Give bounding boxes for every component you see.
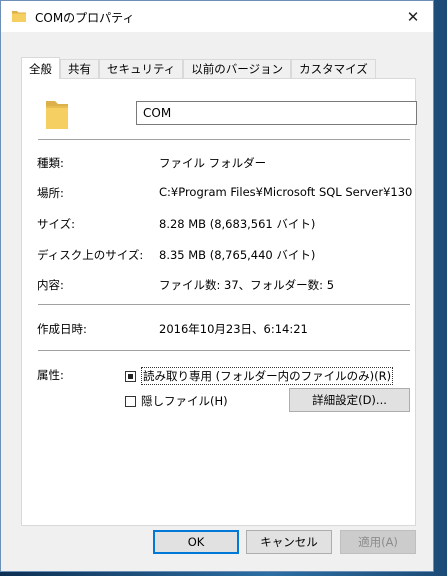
tab-strip: 全般 共有 セキュリティ 以前のバージョン カスタマイズ (21, 57, 376, 79)
contents-label: 内容: (37, 278, 64, 292)
contents-value: ファイル数: 37、フォルダー数: 5 (159, 278, 335, 292)
disk-size-value: 8.35 MB (8,765,440 バイト) (159, 248, 316, 262)
disk-size-label: ディスク上のサイズ: (37, 248, 144, 262)
title-bar[interactable]: COMのプロパティ ✕ (1, 1, 433, 32)
window-title: COMのプロパティ (35, 11, 135, 25)
created-value: 2016年10月23日、6:14:21 (159, 322, 308, 336)
large-folder-icon (44, 97, 70, 134)
divider (38, 139, 410, 140)
tab-customize[interactable]: カスタマイズ (291, 59, 376, 78)
hidden-checkbox[interactable]: 隠しファイル(H) (125, 393, 228, 409)
close-icon: ✕ (406, 7, 420, 26)
divider (38, 350, 410, 351)
divider (38, 304, 410, 305)
size-value: 8.28 MB (8,683,561 バイト) (159, 217, 316, 231)
folder-icon (11, 9, 27, 26)
readonly-checkbox-label: 読み取り専用 (フォルダー内のファイルのみ)(R) (141, 367, 394, 385)
hidden-check-box[interactable] (125, 395, 136, 407)
size-label: サイズ: (37, 217, 76, 231)
created-label: 作成日時: (37, 322, 87, 336)
readonly-checkbox[interactable]: 読み取り専用 (フォルダー内のファイルのみ)(R) (125, 367, 394, 385)
location-label: 場所: (37, 186, 64, 200)
tab-security[interactable]: セキュリティ (99, 59, 184, 78)
tab-general[interactable]: 全般 (21, 57, 60, 79)
close-button[interactable]: ✕ (393, 1, 433, 32)
readonly-check-box[interactable] (125, 370, 136, 382)
type-label: 種類: (37, 156, 64, 170)
properties-dialog: COMのプロパティ ✕ 全般 共有 セキュリティ 以前のバージョン カスタマイズ… (0, 0, 434, 572)
apply-button[interactable]: 適用(A) (340, 530, 416, 554)
attributes-label: 属性: (37, 368, 64, 382)
location-value: C:¥Program Files¥Microsoft SQL Server¥13… (159, 185, 413, 199)
tab-sharing[interactable]: 共有 (60, 59, 99, 78)
hidden-checkbox-label: 隠しファイル(H) (141, 394, 228, 408)
advanced-button[interactable]: 詳細設定(D)... (289, 388, 410, 412)
type-value: ファイル フォルダー (159, 156, 267, 170)
folder-name-input[interactable]: COM (136, 101, 417, 125)
general-panel: COM 種類: ファイル フォルダー 場所: C:¥Program Files¥… (21, 78, 417, 526)
ok-button[interactable]: OK (153, 530, 239, 554)
cancel-button[interactable]: キャンセル (246, 530, 332, 554)
tab-previous-versions[interactable]: 以前のバージョン (183, 59, 292, 78)
